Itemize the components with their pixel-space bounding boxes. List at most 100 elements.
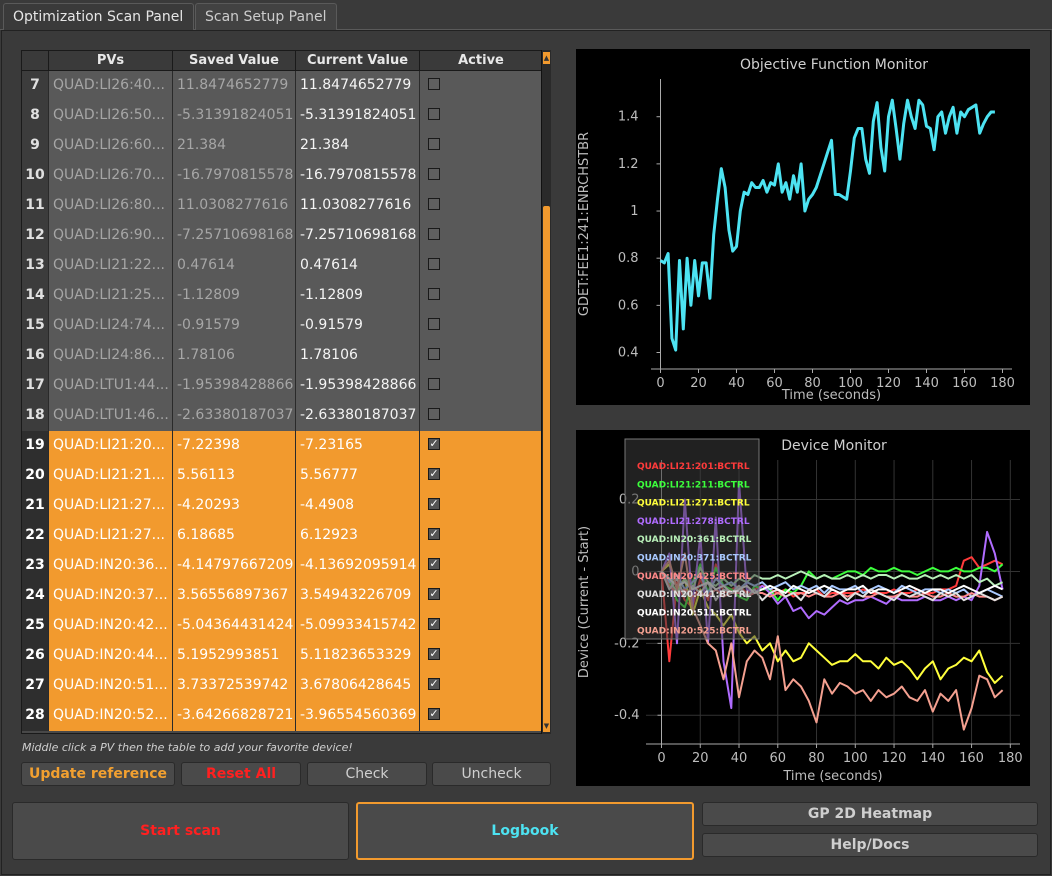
table-row[interactable]: 13 QUAD:LI21:22... 0.47614 0.47614 (22, 251, 550, 281)
active-checkbox[interactable]: ✓ (428, 708, 440, 720)
active-checkbox[interactable] (428, 228, 440, 240)
saved-value-cell[interactable]: -1.12809 (173, 281, 296, 311)
saved-value-cell[interactable]: 6.18685 (173, 521, 296, 551)
saved-value-cell[interactable]: 11.8474652779 (173, 71, 296, 101)
logbook-button[interactable]: Logbook (356, 802, 694, 860)
active-checkbox[interactable]: ✓ (428, 468, 440, 480)
saved-value-cell[interactable]: 21.384 (173, 131, 296, 161)
table-row[interactable]: 24 QUAD:IN20:37... 3.56556897367 3.54943226… (22, 581, 550, 611)
pv-name-cell[interactable]: QUAD:LTU1:44... (49, 371, 173, 401)
current-value-cell[interactable]: -0.91579 (296, 311, 420, 341)
current-value-cell[interactable]: 21.384 (296, 131, 420, 161)
saved-value-cell[interactable]: -16.7970815578 (173, 161, 296, 191)
saved-value-cell[interactable]: -3.64266828721 (173, 701, 296, 731)
current-value-cell[interactable]: -4.13692095914 (296, 551, 420, 581)
pv-name-cell[interactable]: QUAD:LI21:20... (49, 431, 173, 461)
saved-value-cell[interactable]: 5.56113 (173, 461, 296, 491)
device-monitor[interactable]: Device Monitor 0 20 40 60 80 100 120 140 160 180 -0… (576, 430, 1030, 786)
current-value-cell[interactable]: -16.7970815578 (296, 161, 420, 191)
table-row[interactable]: 27 QUAD:IN20:51... 3.73372539742 3.67806428… (22, 671, 550, 701)
current-value-cell[interactable]: -1.95398428866 (296, 371, 420, 401)
current-value-cell[interactable]: 0.47614 (296, 251, 420, 281)
active-cell[interactable]: ✓ (420, 611, 543, 641)
active-cell[interactable]: ✓ (420, 581, 543, 611)
current-value-cell[interactable]: -3.96554560369 (296, 701, 420, 731)
table-row[interactable]: 25 QUAD:IN20:42... -5.04364431424 -5.099334… (22, 611, 550, 641)
active-checkbox[interactable]: ✓ (428, 648, 440, 660)
active-cell[interactable] (420, 371, 543, 401)
pv-name-cell[interactable]: QUAD:IN20:51... (49, 671, 173, 701)
tab-optimization-scan-panel[interactable]: Optimization Scan Panel (3, 3, 194, 30)
objective-function-monitor[interactable]: Objective Function Monitor 0 20 40 60 80 100 12… (576, 49, 1030, 405)
pv-name-cell[interactable]: QUAD:LI21:27... (49, 491, 173, 521)
saved-value-cell[interactable]: -1.95398428866 (173, 371, 296, 401)
table-row[interactable]: 26 QUAD:IN20:44... 5.1952993851 5.118236533… (22, 641, 550, 671)
active-checkbox[interactable]: ✓ (428, 498, 440, 510)
table-row[interactable]: 14 QUAD:LI21:25... -1.12809 -1.12809 (22, 281, 550, 311)
active-checkbox[interactable]: ✓ (428, 438, 440, 450)
active-cell[interactable] (420, 161, 543, 191)
update-reference-button[interactable]: Update reference (21, 762, 175, 786)
saved-value-cell[interactable]: 11.0308277616 (173, 191, 296, 221)
saved-value-cell[interactable]: 0.47614 (173, 251, 296, 281)
pv-name-cell[interactable]: QUAD:LI24:74... (49, 311, 173, 341)
pv-name-cell[interactable]: QUAD:LI26:60... (49, 131, 173, 161)
pv-name-cell[interactable]: QUAD:LTU1:46... (49, 401, 173, 431)
gp-2d-heatmap-button[interactable]: GP 2D Heatmap (702, 802, 1038, 826)
saved-value-cell[interactable]: -0.91579 (173, 311, 296, 341)
table-row[interactable]: 23 QUAD:IN20:36... -4.14797667209 -4.136920… (22, 551, 550, 581)
active-checkbox[interactable] (428, 168, 440, 180)
table-row[interactable]: 17 QUAD:LTU1:44... -1.95398428866 -1.953984… (22, 371, 550, 401)
active-cell[interactable]: ✓ (420, 491, 543, 521)
active-cell[interactable] (420, 401, 543, 431)
saved-value-cell[interactable]: -4.20293 (173, 491, 296, 521)
column-header-current-value[interactable]: Current Value (296, 51, 420, 70)
active-cell[interactable] (420, 341, 543, 371)
current-value-cell[interactable]: 5.11823653329 (296, 641, 420, 671)
current-value-cell[interactable]: -4.4908 (296, 491, 420, 521)
current-value-cell[interactable]: -5.09933415742 (296, 611, 420, 641)
active-cell[interactable] (420, 281, 543, 311)
table-row[interactable]: 8 QUAD:LI26:50... -5.31391824051 -5.3139182… (22, 101, 550, 131)
active-checkbox[interactable]: ✓ (428, 618, 440, 630)
check-button[interactable]: Check (307, 762, 427, 786)
table-row[interactable]: 20 QUAD:LI21:21... 5.56113 5.56777 ✓ (22, 461, 550, 491)
table-row[interactable]: 18 QUAD:LTU1:46... -2.63380187037 -2.633801… (22, 401, 550, 431)
active-cell[interactable]: ✓ (420, 521, 543, 551)
active-cell[interactable] (420, 191, 543, 221)
reset-all-button[interactable]: Reset All (181, 762, 301, 786)
active-cell[interactable]: ✓ (420, 431, 543, 461)
table-scrollbar[interactable]: ▲ ▼ (541, 50, 551, 734)
pv-name-cell[interactable]: QUAD:LI26:80... (49, 191, 173, 221)
current-value-cell[interactable]: -7.23165 (296, 431, 420, 461)
column-header-active[interactable]: Active (420, 51, 543, 70)
current-value-cell[interactable]: 3.67806428645 (296, 671, 420, 701)
tab-scan-setup-panel[interactable]: Scan Setup Panel (195, 3, 337, 30)
scroll-up-arrow[interactable]: ▲ (543, 52, 550, 64)
column-header-pvs[interactable]: PVs (49, 51, 173, 70)
scroll-down-arrow[interactable]: ▼ (543, 720, 550, 732)
help-docs-button[interactable]: Help/Docs (702, 833, 1038, 857)
pv-name-cell[interactable]: QUAD:LI21:25... (49, 281, 173, 311)
active-checkbox[interactable] (428, 288, 440, 300)
active-checkbox[interactable] (428, 348, 440, 360)
table-row[interactable]: 12 QUAD:LI26:90... -7.25710698168 -7.257106… (22, 221, 550, 251)
saved-value-cell[interactable]: 3.73372539742 (173, 671, 296, 701)
active-checkbox[interactable] (428, 378, 440, 390)
saved-value-cell[interactable]: 1.78106 (173, 341, 296, 371)
saved-value-cell[interactable]: -7.25710698168 (173, 221, 296, 251)
pv-name-cell[interactable]: QUAD:LI26:70... (49, 161, 173, 191)
pv-name-cell[interactable]: QUAD:LI26:50... (49, 101, 173, 131)
table-row[interactable]: 22 QUAD:LI21:27... 6.18685 6.12923 ✓ (22, 521, 550, 551)
table-row[interactable]: 15 QUAD:LI24:74... -0.91579 -0.91579 (22, 311, 550, 341)
active-cell[interactable]: ✓ (420, 701, 543, 731)
current-value-cell[interactable]: 3.54943226709 (296, 581, 420, 611)
saved-value-cell[interactable]: 5.1952993851 (173, 641, 296, 671)
active-cell[interactable] (420, 131, 543, 161)
active-checkbox[interactable]: ✓ (428, 678, 440, 690)
active-checkbox[interactable] (428, 138, 440, 150)
pv-name-cell[interactable]: QUAD:LI21:21... (49, 461, 173, 491)
saved-value-cell[interactable]: -7.22398 (173, 431, 296, 461)
active-cell[interactable] (420, 221, 543, 251)
current-value-cell[interactable]: 6.12923 (296, 521, 420, 551)
